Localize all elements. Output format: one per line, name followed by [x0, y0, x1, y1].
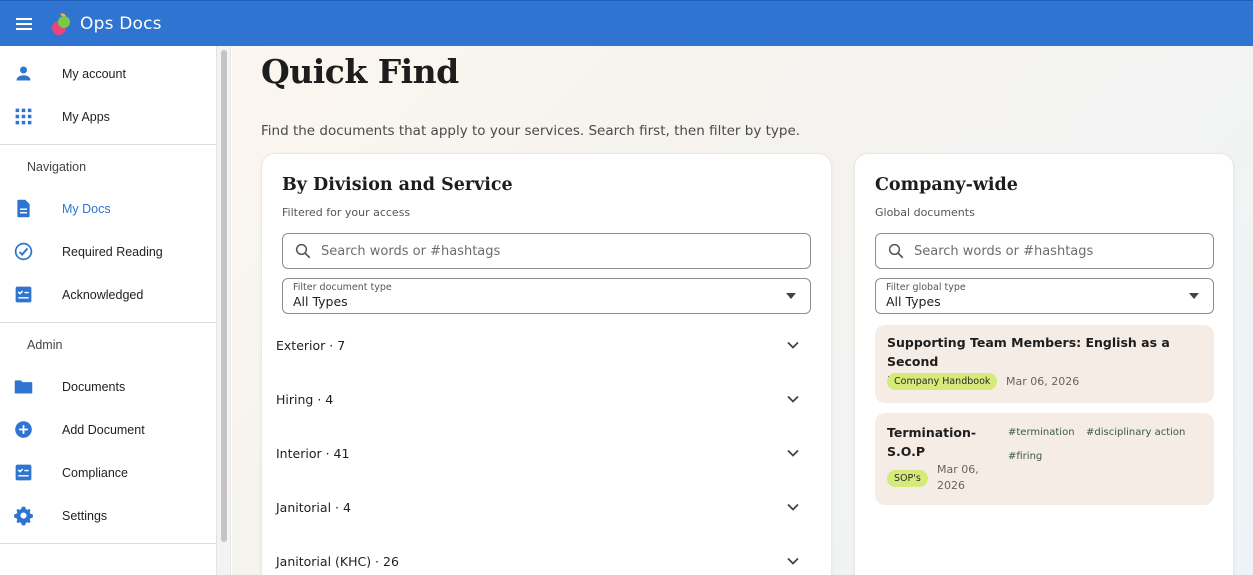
- document-date: Mar 06, 2026: [937, 462, 979, 494]
- division-group-hiring[interactable]: Hiring · 4: [276, 372, 804, 426]
- sidebar-item-my-docs[interactable]: My Docs: [0, 187, 216, 230]
- filter-label: Filter global type: [886, 282, 966, 293]
- document-type-chip: SOP's: [887, 470, 928, 487]
- sidebar-item-settings[interactable]: Settings: [0, 494, 216, 537]
- document-title-line: Termination-: [887, 425, 977, 440]
- card-subtitle: Global documents: [875, 206, 975, 219]
- document-title: Termination- S.O.P: [887, 423, 997, 461]
- hashtag-link[interactable]: #firing: [1008, 451, 1042, 462]
- filter-value: All Types: [293, 294, 348, 309]
- checklist-icon: [0, 284, 62, 305]
- group-label: Janitorial · 4: [276, 499, 351, 515]
- sidebar-item-label: Settings: [62, 508, 108, 523]
- sidebar-item-label: My Apps: [62, 109, 110, 124]
- sidebar-item-label: Required Reading: [62, 244, 163, 259]
- apps-grid-icon: [0, 106, 62, 127]
- company-wide-card: Company-wide Global documents Filter glo…: [854, 153, 1234, 575]
- sidebar-divider: [0, 144, 216, 145]
- app-bar: Ops Docs: [0, 0, 1253, 46]
- division-search-input[interactable]: [321, 243, 769, 259]
- card-title: By Division and Service: [282, 175, 513, 195]
- main-content: Quick Find Find the documents that apply…: [232, 46, 1253, 575]
- global-search-input[interactable]: [914, 243, 1201, 259]
- app-logo-icon: [52, 12, 70, 35]
- sidebar: My account My Apps Navigation My Docs Re…: [0, 46, 217, 575]
- app-title: Ops Docs: [80, 13, 162, 34]
- hashtag-link[interactable]: #termination: [1008, 427, 1075, 438]
- search-icon: [888, 243, 904, 259]
- division-group-janitorial-khc[interactable]: Janitorial (KHC) · 26: [276, 534, 804, 575]
- sidebar-item-my-account[interactable]: My account: [0, 52, 216, 95]
- sidebar-item-label: Compliance: [62, 465, 129, 480]
- sidebar-item-add-document[interactable]: Add Document: [0, 408, 216, 451]
- document-date-line: Mar 06,: [937, 463, 979, 476]
- sidebar-item-documents[interactable]: Documents: [0, 365, 216, 408]
- document-date-line: 2026: [937, 479, 965, 492]
- global-type-filter[interactable]: Filter global type All Types: [875, 278, 1214, 314]
- search-icon: [295, 243, 311, 259]
- division-group-janitorial[interactable]: Janitorial · 4: [276, 480, 804, 534]
- sidebar-divider: [0, 543, 216, 544]
- group-label: Hiring · 4: [276, 391, 334, 407]
- document-type-chip: Company Handbook: [887, 373, 998, 390]
- group-label: Janitorial (KHC) · 26: [276, 553, 399, 569]
- filter-label: Filter document type: [293, 282, 392, 293]
- sidebar-item-label: Documents: [62, 379, 126, 394]
- card-title: Company-wide: [875, 175, 1018, 195]
- gear-icon: [0, 505, 62, 526]
- document-icon: [0, 198, 62, 219]
- chevron-down-icon: [787, 395, 799, 403]
- page-title: Quick Find: [261, 52, 459, 91]
- sidebar-section-navigation: Navigation: [27, 160, 87, 174]
- hashtag-link[interactable]: #disciplinary action: [1086, 427, 1185, 438]
- division-group-interior[interactable]: Interior · 41: [276, 426, 804, 480]
- group-label: Interior · 41: [276, 445, 350, 461]
- person-icon: [0, 63, 62, 84]
- dropdown-caret-icon: [786, 293, 796, 299]
- sidebar-divider: [0, 322, 216, 323]
- page-subtitle: Find the documents that apply to your se…: [261, 123, 801, 139]
- chevron-down-icon: [787, 341, 799, 349]
- check-circle-icon: [0, 241, 62, 262]
- checklist-icon: [0, 462, 62, 483]
- document-card[interactable]: Termination- S.O.P SOP's Mar 06, 2026 #t…: [875, 413, 1214, 505]
- sidebar-item-label: Acknowledged: [62, 287, 144, 302]
- document-title-line: Supporting Team Members: English as a Se…: [887, 335, 1170, 369]
- sidebar-item-compliance[interactable]: Compliance: [0, 451, 216, 494]
- add-circle-icon: [0, 419, 62, 440]
- sidebar-section-admin: Admin: [27, 338, 63, 352]
- folder-icon: [0, 376, 62, 397]
- document-title-line: S.O.P: [887, 444, 926, 459]
- document-date: Mar 06, 2026: [1006, 375, 1080, 388]
- group-label: Exterior · 7: [276, 337, 346, 353]
- sidebar-scrollbar[interactable]: [217, 46, 231, 575]
- sidebar-item-label: My Docs: [62, 201, 111, 216]
- card-subtitle: Filtered for your access: [282, 206, 411, 219]
- chevron-down-icon: [787, 557, 799, 565]
- division-service-card: By Division and Service Filtered for you…: [261, 153, 832, 575]
- division-group-exterior[interactable]: Exterior · 7: [276, 318, 804, 372]
- menu-button[interactable]: [0, 1, 48, 47]
- sidebar-item-label: Add Document: [62, 422, 145, 437]
- filter-value: All Types: [886, 294, 941, 309]
- sidebar-item-my-apps[interactable]: My Apps: [0, 95, 216, 138]
- sidebar-item-required-reading[interactable]: Required Reading: [0, 230, 216, 273]
- global-search-field[interactable]: [875, 233, 1214, 269]
- dropdown-caret-icon: [1189, 293, 1199, 299]
- hamburger-menu-icon: [16, 17, 32, 30]
- division-type-filter[interactable]: Filter document type All Types: [282, 278, 811, 314]
- sidebar-item-acknowledged[interactable]: Acknowledged: [0, 273, 216, 316]
- division-search-field[interactable]: [282, 233, 811, 269]
- chevron-down-icon: [787, 503, 799, 511]
- sidebar-item-label: My account: [62, 66, 126, 81]
- scrollbar-thumb[interactable]: [221, 50, 227, 542]
- document-card[interactable]: Supporting Team Members: English as a Se…: [875, 325, 1214, 403]
- chevron-down-icon: [787, 449, 799, 457]
